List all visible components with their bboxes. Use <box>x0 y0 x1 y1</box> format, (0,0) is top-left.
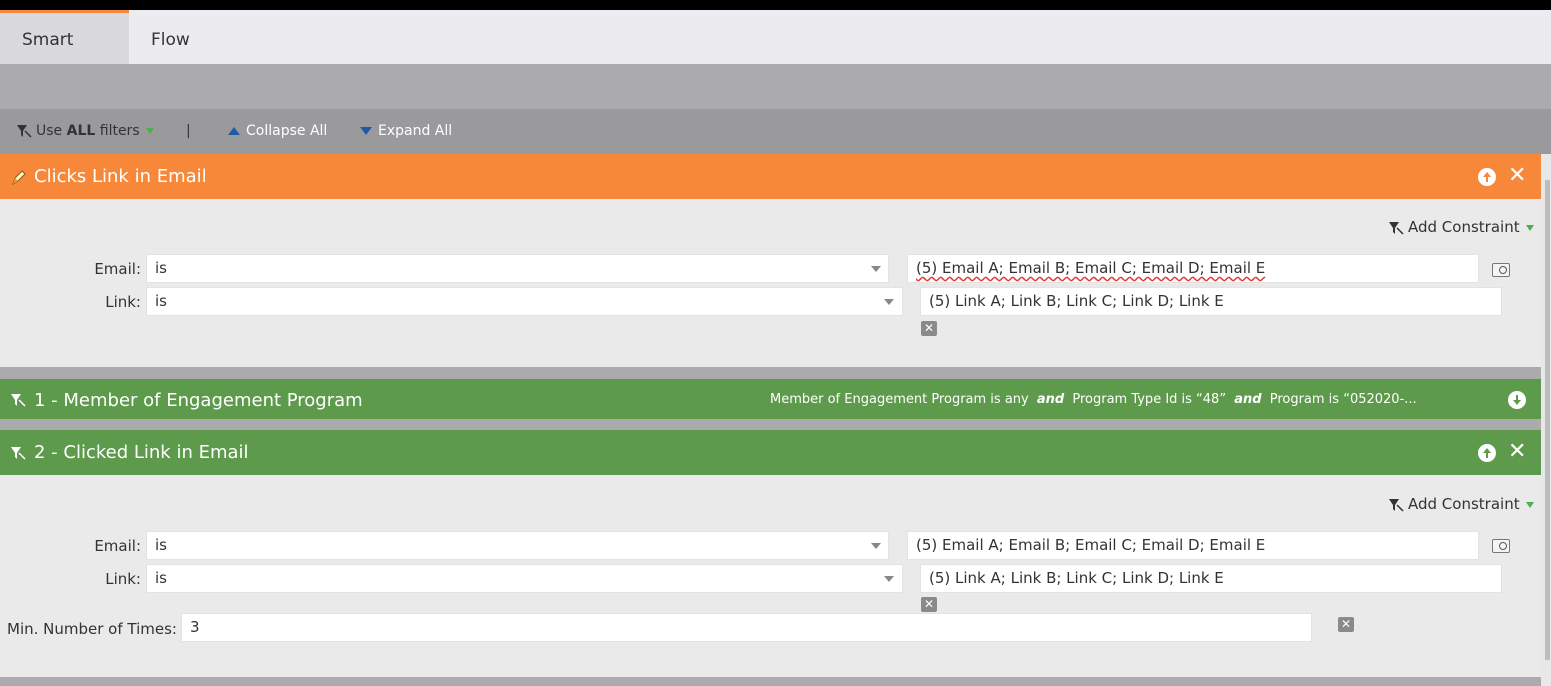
expand-all-button[interactable]: Expand All <box>360 123 452 139</box>
lookup-icon[interactable] <box>1492 263 1510 277</box>
chevron-down-icon <box>145 128 154 134</box>
funnel-icon <box>17 125 32 138</box>
add-constraint-button[interactable]: Add Constraint <box>1388 218 1534 236</box>
link-label: Link: <box>105 293 141 311</box>
funnel-icon <box>11 447 26 460</box>
link-label: Link: <box>105 570 141 588</box>
link-operator-select[interactable]: is <box>146 287 903 316</box>
chevron-down-icon <box>871 543 881 549</box>
min-times-input[interactable]: 3 <box>181 613 1312 642</box>
filter-header-clicks-link[interactable]: Clicks Link in Email ✕ <box>0 154 1541 199</box>
filter-header-clicked-link[interactable]: 2 - Clicked Link in Email ✕ <box>0 430 1541 475</box>
email-value-text: (5) Email A; Email B; Email C; Email D; … <box>916 259 1266 277</box>
add-constraint-button[interactable]: Add Constraint <box>1388 495 1534 513</box>
collapse-up-icon <box>228 127 240 135</box>
filter-title: 2 - Clicked Link in Email <box>34 442 249 463</box>
funnel-icon <box>1389 498 1404 512</box>
edit-filter-icon <box>12 170 26 186</box>
filter-title: Clicks Link in Email <box>34 166 207 187</box>
scrollbar-thumb[interactable] <box>1545 180 1550 660</box>
remove-filter-icon[interactable]: ✕ <box>1508 441 1526 463</box>
remove-filter-icon[interactable]: ✕ <box>1508 165 1526 187</box>
filter-header-member-engagement[interactable]: 1 - Member of Engagement Program Member … <box>0 379 1541 419</box>
use-suffix-text: filters <box>95 123 140 139</box>
add-constraint-label: Add Constraint <box>1408 218 1520 236</box>
email-operator-select[interactable]: is <box>146 254 889 283</box>
clear-link-icon[interactable]: ✕ <box>921 597 937 612</box>
email-operator-select[interactable]: is <box>146 531 889 560</box>
email-label: Email: <box>94 537 141 555</box>
summary-part: Program Type Id is “48” <box>1072 392 1227 407</box>
chevron-down-icon <box>1525 501 1534 508</box>
funnel-icon <box>11 394 26 407</box>
clear-link-icon[interactable]: ✕ <box>921 321 937 336</box>
add-constraint-label: Add Constraint <box>1408 495 1520 513</box>
link-value-input[interactable]: (5) Link A; Link B; Link C; Link D; Link… <box>920 564 1502 593</box>
top-bar <box>0 0 1551 10</box>
lookup-icon[interactable] <box>1492 539 1510 553</box>
use-bold-text: ALL <box>66 123 96 139</box>
min-times-label: Min. Number of Times: <box>7 620 177 638</box>
tab-flow[interactable]: Flow <box>129 10 212 64</box>
link-operator-select[interactable]: is <box>146 564 903 593</box>
chevron-down-icon <box>884 299 894 305</box>
filter-summary: Member of Engagement Program is any and … <box>770 392 1417 407</box>
email-value-input[interactable]: (5) Email A; Email B; Email C; Email D; … <box>907 254 1479 283</box>
remove-constraint-icon[interactable]: ✕ <box>1338 617 1354 632</box>
chevron-down-icon <box>871 266 881 272</box>
collapse-all-button[interactable]: Collapse All <box>228 123 327 139</box>
filter-body-clicked-link: Add Constraint Email: is (5) Email A; Em… <box>0 475 1541 677</box>
use-filters-dropdown[interactable]: Use ALL filters <box>16 123 154 139</box>
expand-filter-icon[interactable] <box>1508 391 1526 409</box>
tab-smart-list[interactable]: Smart List <box>0 10 129 104</box>
expand-label: Expand All <box>378 123 453 139</box>
collapse-label: Collapse All <box>246 123 328 139</box>
filter-body-clicks-link: Add Constraint Email: is (5) Email A; Em… <box>0 199 1541 367</box>
chevron-down-icon <box>884 576 894 582</box>
email-value-input[interactable]: (5) Email A; Email B; Email C; Email D; … <box>907 531 1479 560</box>
move-up-icon[interactable] <box>1478 168 1496 186</box>
email-label: Email: <box>94 260 141 278</box>
filter-toolbar: Use ALL filters | Collapse All Expand Al… <box>0 109 1551 154</box>
header-strip <box>0 64 1551 109</box>
use-prefix-text: Use <box>36 123 67 139</box>
funnel-icon <box>1389 221 1404 235</box>
tab-bar: Smart List Flow <box>0 10 1551 104</box>
filter-title: 1 - Member of Engagement Program <box>34 390 363 411</box>
toolbar-separator: | <box>186 123 191 139</box>
summary-part: Member of Engagement Program is any <box>770 392 1029 407</box>
summary-and: and <box>1234 392 1262 407</box>
summary-and: and <box>1036 392 1065 407</box>
chevron-down-icon <box>1525 224 1534 231</box>
move-up-icon[interactable] <box>1478 444 1496 462</box>
link-value-input[interactable]: (5) Link A; Link B; Link C; Link D; Link… <box>920 287 1502 316</box>
summary-part: Program is “052020-... <box>1269 392 1417 407</box>
expand-down-icon <box>360 127 372 135</box>
